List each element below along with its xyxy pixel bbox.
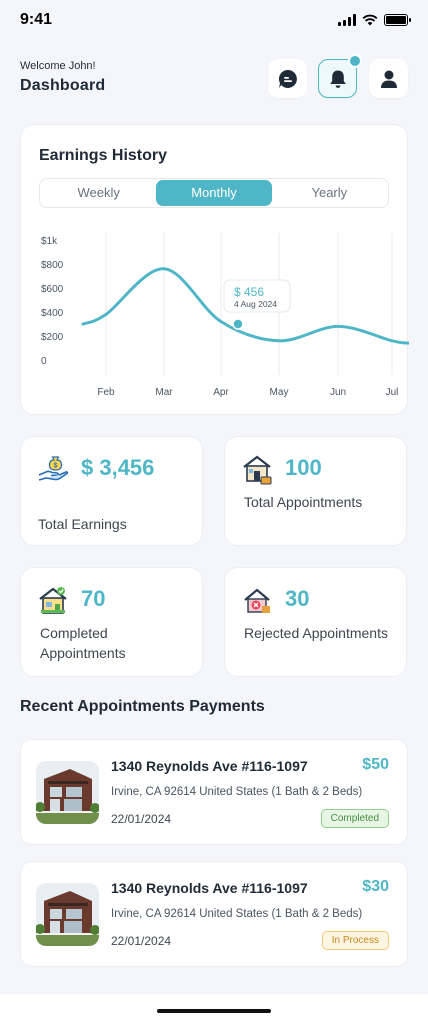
chat-button[interactable]: [268, 59, 307, 98]
wifi-icon: [362, 14, 378, 26]
total-earnings-value: $ 3,456: [81, 455, 155, 480]
status-icons: [338, 14, 411, 26]
property-location: Irvine, CA 92614 United States (1 Bath &…: [111, 908, 363, 920]
y-tick-label: $200: [41, 332, 64, 343]
page-title: Dashboard: [20, 77, 106, 94]
x-tick-label: Jul: [386, 387, 399, 398]
house-check-icon: [39, 587, 67, 614]
x-tick-label: Jun: [330, 387, 346, 398]
property-address: 1340 Reynolds Ave #116-1097: [111, 758, 308, 774]
property-thumbnail: [36, 883, 99, 946]
property-address: 1340 Reynolds Ave #116-1097: [111, 880, 308, 896]
profile-button[interactable]: [369, 59, 408, 98]
period-segmented-control: Weekly Monthly Yearly: [39, 178, 389, 208]
y-tick-label: 0: [41, 356, 47, 367]
property-location: Irvine, CA 92614 United States (1 Bath &…: [111, 786, 363, 798]
tab-monthly[interactable]: Monthly: [156, 180, 272, 206]
money-hand-icon: $: [38, 456, 69, 481]
x-tick-label: Apr: [213, 387, 229, 398]
earnings-title: Earnings History: [39, 147, 168, 164]
y-tick-label: $600: [41, 284, 64, 295]
payment-amount: $50: [362, 756, 389, 773]
completed-appointments-card: 70 Completed Appointments: [20, 567, 203, 677]
rejected-appointments-label: Rejected Appointments: [244, 625, 388, 641]
notifications-button[interactable]: [318, 54, 362, 98]
total-earnings-label: Total Earnings: [38, 516, 127, 532]
x-tick-label: Feb: [97, 387, 115, 398]
battery-icon: [384, 14, 411, 26]
status-bar: 9:41: [0, 0, 428, 44]
welcome-text: Welcome John!: [20, 60, 96, 72]
payment-amount: $30: [362, 878, 389, 895]
tab-yearly[interactable]: Yearly: [272, 180, 387, 206]
status-badge: In Process: [321, 931, 389, 950]
x-tick-label: May: [270, 387, 289, 398]
house-reject-icon: [244, 588, 270, 613]
chat-icon: [278, 69, 297, 88]
notification-dot: [348, 54, 362, 68]
user-icon: [380, 70, 397, 88]
rejected-appointments-card: 30 Rejected Appointments: [224, 567, 407, 677]
payment-date: 22/01/2024: [111, 812, 172, 826]
payment-card[interactable]: 1340 Reynolds Ave #116-1097 $30 Irvine, …: [20, 861, 408, 967]
bell-icon: [329, 70, 346, 88]
y-tick-label: $800: [41, 260, 64, 271]
earnings-history-card: Earnings History Weekly Monthly Yearly $…: [20, 124, 409, 415]
tab-weekly[interactable]: Weekly: [41, 180, 156, 206]
recent-payments-title: Recent Appointments Payments: [20, 698, 265, 715]
svg-text:$: $: [54, 463, 58, 470]
tooltip-date: 4 Aug 2024: [234, 299, 277, 309]
highlight-point[interactable]: [232, 318, 244, 330]
property-thumbnail: [36, 761, 99, 824]
total-appointments-label: Total Appointments: [244, 494, 363, 510]
cellular-signal-icon: [338, 14, 356, 26]
total-appointments-card: 100 Total Appointments: [224, 436, 407, 546]
total-earnings-card: $ $ 3,456 Total Earnings: [20, 436, 203, 546]
payment-date: 22/01/2024: [111, 934, 172, 948]
home-indicator: [157, 1009, 271, 1013]
house-appointment-icon: [243, 455, 272, 485]
y-tick-label: $1k: [41, 236, 58, 247]
status-badge: Completed: [320, 809, 389, 828]
tooltip-value: $ 456: [234, 285, 264, 299]
payment-card[interactable]: 1340 Reynolds Ave #116-1097 $50 Irvine, …: [20, 739, 408, 845]
status-time: 9:41: [20, 11, 53, 28]
earnings-line-chart: $1k $800 $600 $400 $200 0 Feb Mar Apr May Jun Jul $ …: [41, 233, 409, 398]
completed-appointments-label: Completed Appointments: [40, 625, 126, 661]
x-tick-label: Mar: [155, 387, 173, 398]
total-appointments-value: 100: [285, 455, 322, 480]
y-tick-label: $400: [41, 308, 64, 319]
rejected-appointments-value: 30: [285, 586, 310, 611]
completed-appointments-value: 70: [81, 586, 106, 611]
